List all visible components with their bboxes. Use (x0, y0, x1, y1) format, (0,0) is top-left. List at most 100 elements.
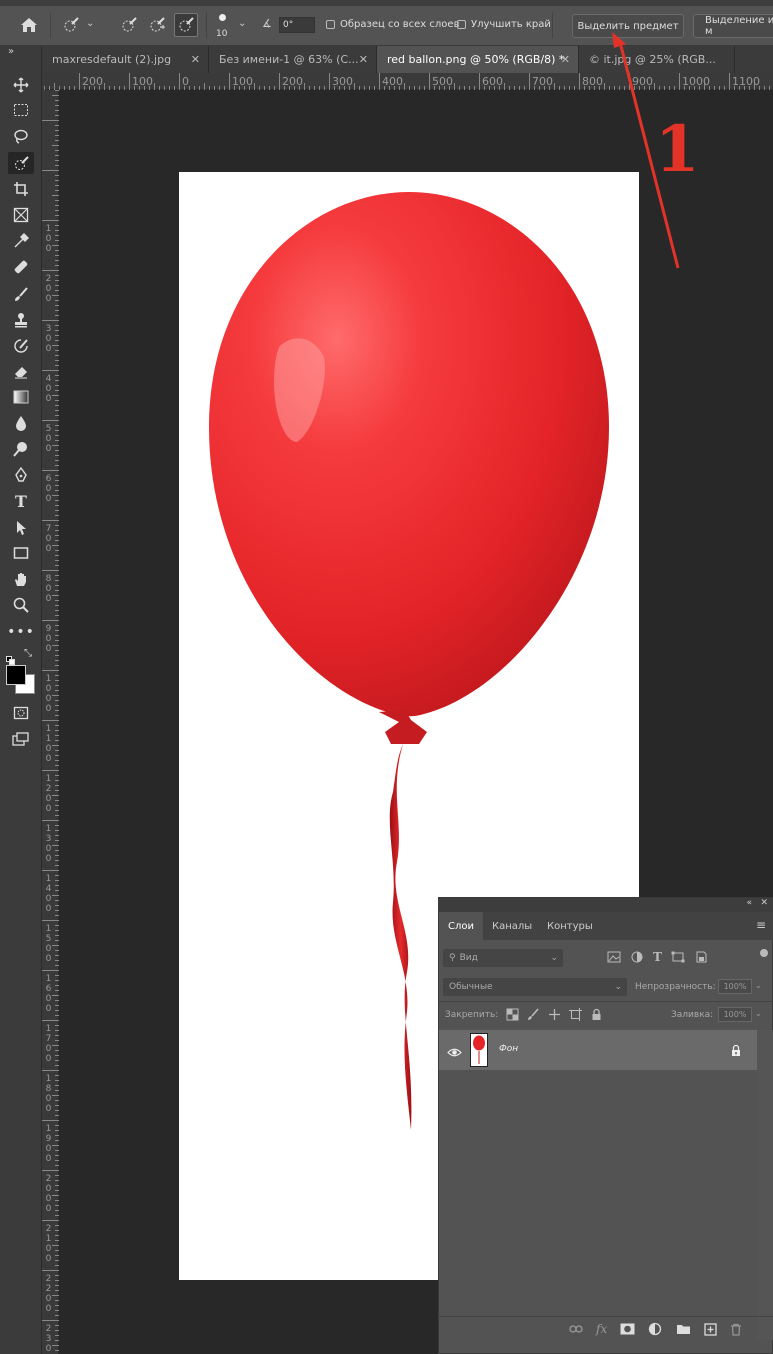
ruler-v-label: 0 (45, 534, 52, 544)
ruler-v-label: 0 (45, 804, 52, 814)
clone-stamp-tool-icon[interactable] (8, 309, 34, 331)
delete-layer-icon[interactable] (730, 1323, 742, 1336)
checkbox-box[interactable] (457, 20, 466, 29)
lock-image-pixels-icon[interactable] (527, 1008, 540, 1021)
healing-brush-tool-icon[interactable] (8, 256, 34, 278)
brush-chevron-icon[interactable]: ⌄ (238, 18, 246, 29)
foreground-color-swatch[interactable] (6, 665, 26, 685)
filter-adjustment-icon[interactable] (630, 951, 644, 963)
lock-transparent-pixels-icon[interactable] (506, 1008, 519, 1021)
tab-red-ballon[interactable]: red ballon.png @ 50% (RGB/8) * ✕ (377, 46, 579, 73)
fill-input[interactable]: 100% (718, 1007, 752, 1022)
lock-all-icon[interactable] (590, 1008, 603, 1021)
dodge-tool-icon[interactable] (8, 438, 34, 460)
sample-all-layers-checkbox[interactable]: Образец со всех слоев (326, 19, 459, 30)
ruler-v-label: 5 (45, 934, 52, 944)
layer-lock-icon[interactable] (730, 1042, 742, 1061)
brush-dot-icon[interactable] (219, 14, 226, 21)
add-layer-mask-icon[interactable] (620, 1323, 635, 1335)
layer-row-background[interactable]: Фон (439, 1030, 757, 1070)
tab-channels[interactable]: Каналы (483, 912, 541, 940)
tab-paths[interactable]: Контуры (538, 912, 602, 940)
visibility-eye-icon[interactable] (447, 1043, 462, 1062)
ruler-v-label: 0 (45, 434, 52, 444)
new-adjustment-layer-icon[interactable] (648, 1322, 663, 1336)
new-selection-icon[interactable] (118, 14, 140, 36)
type-tool-icon[interactable]: T (8, 490, 34, 512)
tools-panel: » T ••• ⤡ (0, 46, 42, 1354)
opacity-input[interactable]: 100% (718, 979, 752, 994)
filter-type-icon[interactable]: T (653, 951, 662, 963)
default-colors-icon[interactable] (6, 650, 15, 665)
filter-shape-icon[interactable] (671, 951, 685, 963)
link-layers-icon[interactable] (569, 1324, 583, 1334)
move-tool-icon[interactable] (8, 74, 34, 96)
filter-toggle[interactable] (760, 949, 768, 957)
marquee-tool-icon[interactable] (8, 99, 34, 121)
checkbox-box[interactable] (326, 20, 335, 29)
layers-scrollbar[interactable] (757, 1030, 773, 1340)
quick-selection-tool-icon[interactable] (8, 152, 34, 174)
eyedropper-tool-icon[interactable] (8, 230, 34, 252)
close-icon[interactable]: ✕ (359, 53, 368, 66)
blur-tool-icon[interactable] (8, 412, 34, 434)
ruler-v-label: 0 (45, 1304, 52, 1314)
ruler-v-label: 1 (45, 924, 52, 934)
eraser-tool-icon[interactable] (8, 360, 34, 382)
close-icon[interactable]: ✕ (561, 53, 570, 66)
quick-selection-brush-icon[interactable] (60, 14, 82, 36)
add-to-selection-icon[interactable] (146, 14, 168, 36)
opacity-chevron-icon[interactable]: ⌄ (755, 981, 762, 990)
tab-maxresdefault[interactable]: maxresdefault (2).jpg ✕ (42, 46, 209, 73)
frame-tool-icon[interactable] (8, 204, 34, 226)
ruler-v-label: 1 (45, 1234, 52, 1244)
rectangle-tool-icon[interactable] (8, 542, 34, 564)
ruler-v-label: 2 (45, 1324, 52, 1334)
screen-mode-icon[interactable] (8, 728, 34, 750)
ruler-v-label: 3 (45, 1334, 52, 1344)
brush-size[interactable]: 10 (216, 29, 227, 39)
more-tools-icon[interactable]: ••• (7, 621, 34, 643)
layer-name[interactable]: Фон (499, 1044, 518, 1054)
collapse-icon[interactable]: » (8, 46, 14, 57)
brush-tool-icon[interactable] (8, 283, 34, 305)
history-brush-tool-icon[interactable] (8, 335, 34, 357)
layer-filter-select[interactable]: ⚲ Вид ⌄ (443, 949, 563, 967)
enhance-edge-checkbox[interactable]: Улучшить край (457, 19, 551, 30)
home-icon[interactable] (18, 14, 40, 36)
subtract-from-selection-icon[interactable] (174, 13, 198, 37)
tab-untitled-1[interactable]: Без имени-1 @ 63% (С... ✕ (209, 46, 377, 73)
layers-bottom-bar: fx (569, 1322, 742, 1336)
panel-menu-icon[interactable]: ≡ (756, 919, 766, 931)
fill-chevron-icon[interactable]: ⌄ (755, 1009, 762, 1018)
sample-all-layers-label: Образец со всех слоев (340, 19, 460, 30)
ruler-v-label: 2 (45, 1274, 52, 1284)
quick-mask-icon[interactable] (8, 702, 34, 724)
zoom-tool-icon[interactable] (8, 594, 34, 616)
path-selection-tool-icon[interactable] (8, 517, 34, 539)
select-and-mask-button[interactable]: Выделение и м (693, 14, 773, 38)
layer-effects-icon[interactable]: fx (596, 1322, 607, 1336)
ruler-v-label: 9 (45, 624, 52, 634)
new-layer-icon[interactable] (704, 1322, 717, 1336)
blend-mode-select[interactable]: Обычные ⌄ (443, 978, 627, 996)
close-icon[interactable]: ✕ (191, 53, 200, 66)
lasso-tool-icon[interactable] (8, 126, 34, 148)
pen-tool-icon[interactable] (8, 464, 34, 486)
gradient-tool-icon[interactable] (8, 386, 34, 408)
crop-tool-icon[interactable] (8, 178, 34, 200)
ruler-v-label: 0 (45, 594, 52, 604)
filter-pixel-icon[interactable] (607, 951, 621, 963)
layer-thumbnail[interactable] (470, 1033, 488, 1067)
close-panel-icon[interactable]: ✕ (760, 898, 768, 908)
new-group-icon[interactable] (676, 1323, 691, 1335)
swap-colors-icon[interactable]: ⤡ (24, 648, 32, 659)
lock-artboard-icon[interactable] (569, 1008, 582, 1021)
tab-layers[interactable]: Слои (439, 912, 483, 940)
hand-tool-icon[interactable] (8, 568, 34, 590)
lock-position-icon[interactable] (548, 1008, 561, 1021)
collapse-panel-icon[interactable]: « (746, 898, 752, 908)
chevron-down-icon[interactable]: ⌄ (86, 18, 94, 29)
angle-input[interactable]: 0° (279, 17, 315, 33)
filter-smart-object-icon[interactable] (694, 951, 708, 963)
